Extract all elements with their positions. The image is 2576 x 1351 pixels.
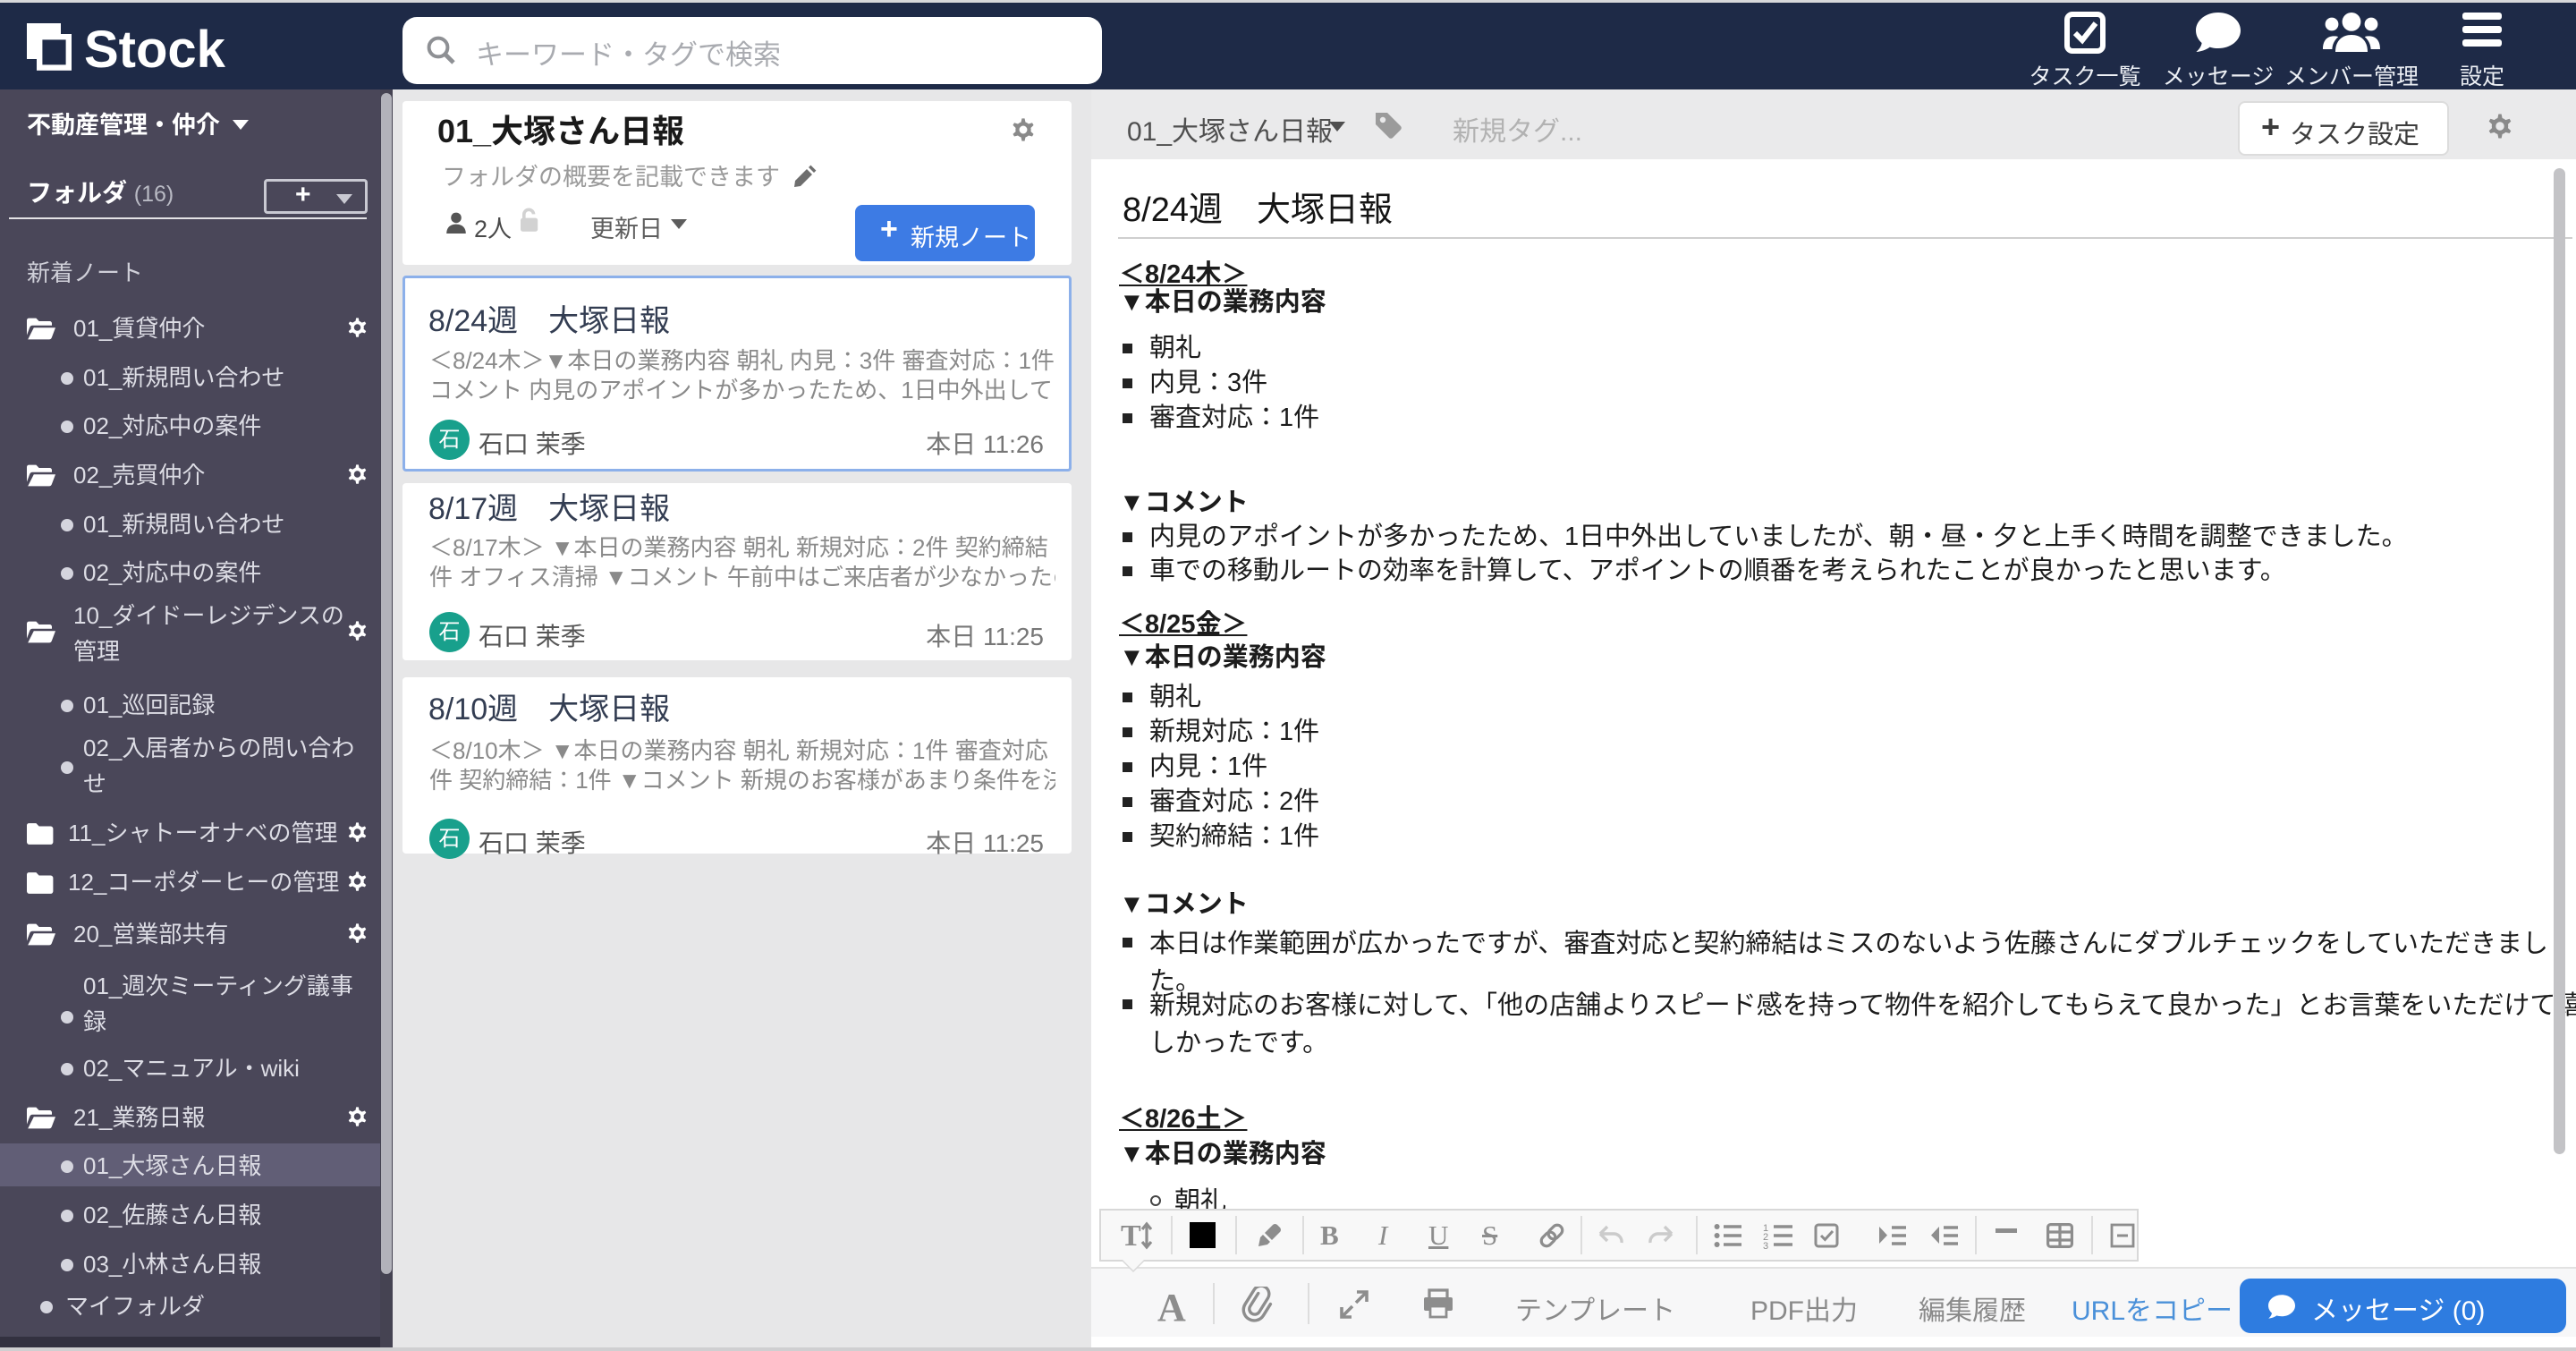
svg-text:3: 3 [1763, 1241, 1768, 1249]
svg-text:T: T [1121, 1220, 1141, 1251]
